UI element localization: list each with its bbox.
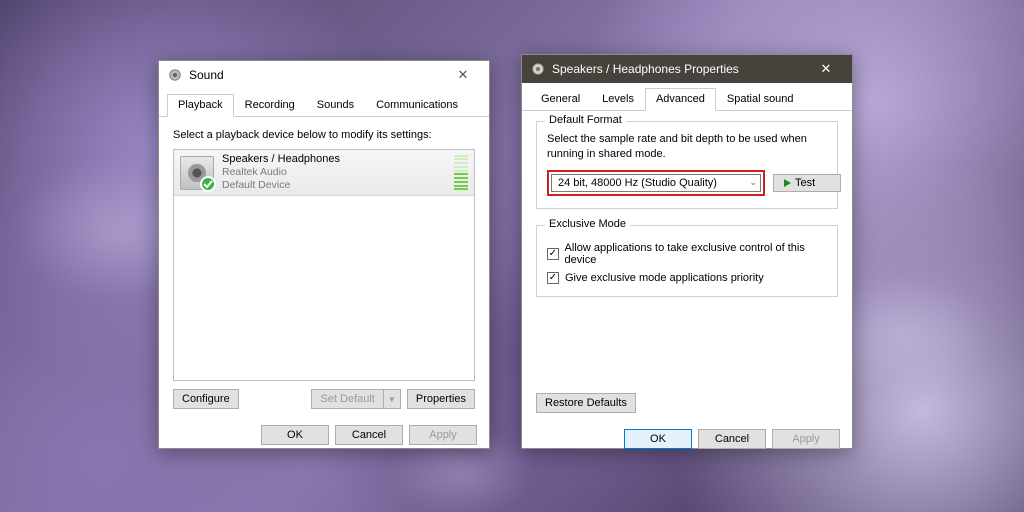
- level-meter-icon: [454, 155, 468, 191]
- speaker-app-icon: [530, 61, 546, 77]
- checkbox-checked-icon[interactable]: ✓: [547, 272, 559, 284]
- exclusive-opt2-label: Give exclusive mode applications priorit…: [565, 272, 764, 284]
- props-title: Speakers / Headphones Properties: [552, 62, 806, 76]
- default-format-legend: Default Format: [545, 114, 626, 126]
- ok-button[interactable]: OK: [261, 425, 329, 445]
- device-row[interactable]: Speakers / Headphones Realtek Audio Defa…: [174, 150, 474, 196]
- tab-recording[interactable]: Recording: [234, 94, 306, 117]
- close-icon[interactable]: ✕: [443, 64, 483, 86]
- play-icon: [784, 179, 791, 187]
- device-status: Default Device: [222, 179, 454, 192]
- properties-window: Speakers / Headphones Properties ✕ Gener…: [521, 54, 853, 449]
- format-row: 24 bit, 48000 Hz (Studio Quality) ⌄ Test: [547, 170, 827, 196]
- test-button[interactable]: Test: [773, 174, 841, 192]
- device-speaker-icon: [180, 156, 214, 190]
- props-footer: OK Cancel Apply: [522, 421, 852, 461]
- playback-panel: Select a playback device below to modify…: [159, 117, 489, 417]
- props-titlebar[interactable]: Speakers / Headphones Properties ✕: [522, 55, 852, 83]
- playback-instruction: Select a playback device below to modify…: [173, 129, 475, 141]
- speaker-app-icon: [167, 67, 183, 83]
- tab-general[interactable]: General: [530, 88, 591, 111]
- default-format-desc: Select the sample rate and bit depth to …: [547, 132, 827, 162]
- restore-defaults-button[interactable]: Restore Defaults: [536, 393, 636, 413]
- highlight-box: 24 bit, 48000 Hz (Studio Quality) ⌄: [547, 170, 765, 196]
- apply-button[interactable]: Apply: [409, 425, 477, 445]
- device-name: Speakers / Headphones: [222, 153, 454, 167]
- sound-window: Sound ✕ Playback Recording Sounds Commun…: [158, 60, 490, 449]
- exclusive-mode-group: Exclusive Mode ✓ Allow applications to t…: [536, 225, 838, 297]
- format-select[interactable]: 24 bit, 48000 Hz (Studio Quality) ⌄: [551, 174, 761, 192]
- tab-spatial-sound[interactable]: Spatial sound: [716, 88, 805, 111]
- configure-button[interactable]: Configure: [173, 389, 239, 409]
- tab-sounds[interactable]: Sounds: [306, 94, 365, 117]
- ok-button[interactable]: OK: [624, 429, 692, 449]
- device-text: Speakers / Headphones Realtek Audio Defa…: [222, 153, 454, 193]
- sound-tabs: Playback Recording Sounds Communications: [159, 89, 489, 117]
- apply-button[interactable]: Apply: [772, 429, 840, 449]
- advanced-panel: Default Format Select the sample rate an…: [522, 111, 852, 421]
- props-tabs: General Levels Advanced Spatial sound: [522, 83, 852, 111]
- exclusive-mode-legend: Exclusive Mode: [545, 218, 630, 230]
- tab-playback[interactable]: Playback: [167, 94, 234, 117]
- tab-communications[interactable]: Communications: [365, 94, 469, 117]
- tab-levels[interactable]: Levels: [591, 88, 645, 111]
- chevron-down-icon: ⌄: [749, 177, 757, 188]
- tab-advanced[interactable]: Advanced: [645, 88, 716, 111]
- exclusive-opt2-row[interactable]: ✓ Give exclusive mode applications prior…: [547, 272, 827, 284]
- device-driver: Realtek Audio: [222, 166, 454, 179]
- playback-button-row: Configure Set Default ▼ Properties: [173, 389, 475, 409]
- set-default-button[interactable]: Set Default ▼: [311, 389, 400, 409]
- sound-titlebar[interactable]: Sound ✕: [159, 61, 489, 89]
- format-selected-value: 24 bit, 48000 Hz (Studio Quality): [558, 177, 717, 189]
- device-list[interactable]: Speakers / Headphones Realtek Audio Defa…: [173, 149, 475, 381]
- cancel-button[interactable]: Cancel: [335, 425, 403, 445]
- sound-title: Sound: [189, 68, 443, 82]
- close-icon[interactable]: ✕: [806, 58, 846, 80]
- default-check-icon: [200, 176, 216, 192]
- set-default-label: Set Default: [312, 390, 383, 408]
- test-label: Test: [795, 177, 815, 189]
- chevron-down-icon[interactable]: ▼: [384, 390, 400, 408]
- sound-footer: OK Cancel Apply: [159, 417, 489, 457]
- checkbox-checked-icon[interactable]: ✓: [547, 248, 559, 260]
- exclusive-opt1-row[interactable]: ✓ Allow applications to take exclusive c…: [547, 242, 827, 266]
- default-format-group: Default Format Select the sample rate an…: [536, 121, 838, 209]
- cancel-button[interactable]: Cancel: [698, 429, 766, 449]
- properties-button[interactable]: Properties: [407, 389, 475, 409]
- exclusive-opt1-label: Allow applications to take exclusive con…: [565, 242, 827, 266]
